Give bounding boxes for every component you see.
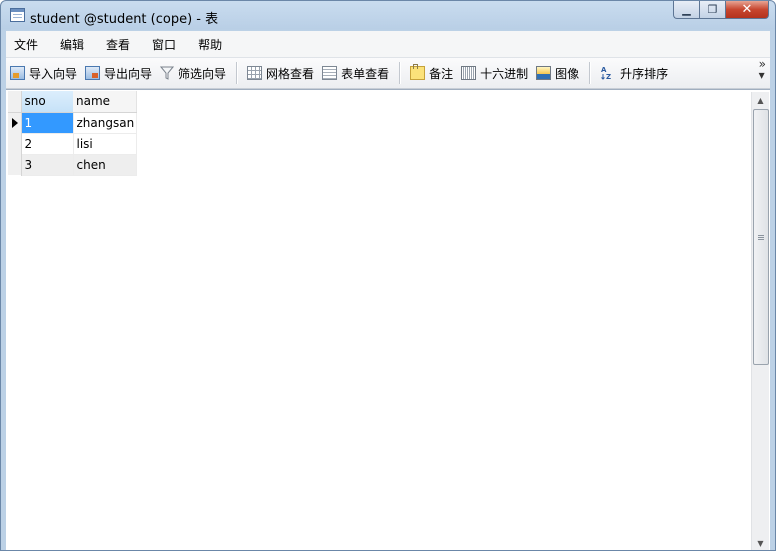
- data-table: sno name 1 zhangsan 2 lisi 3 chen: [8, 91, 137, 176]
- menu-edit[interactable]: 编辑: [52, 36, 92, 53]
- menu-window[interactable]: 窗口: [144, 36, 184, 53]
- menu-view[interactable]: 查看: [98, 36, 138, 53]
- menu-bar: 文件 编辑 查看 窗口 帮助: [6, 31, 770, 58]
- header-corner: [8, 91, 22, 113]
- column-header-name[interactable]: name: [73, 91, 137, 113]
- row-header[interactable]: [8, 154, 22, 175]
- memo-icon: [410, 64, 426, 80]
- table-grid-area: sno name 1 zhangsan 2 lisi 3 chen ▲ ▼: [6, 89, 770, 550]
- memo-button[interactable]: 备注: [406, 62, 457, 84]
- form-view-button[interactable]: 表单查看: [318, 62, 393, 84]
- row-header[interactable]: [8, 112, 22, 133]
- toolbar: 导入向导 导出向导 筛选向导 网格查看 表单查看 备注 十六进制 图像 A Z …: [6, 58, 770, 89]
- title-bar[interactable]: student @student (cope) - 表 ▁ ❐ ✕: [1, 1, 775, 30]
- table-row[interactable]: 3 chen: [8, 154, 137, 176]
- export-wizard-button[interactable]: 导出向导: [81, 62, 156, 84]
- image-button[interactable]: 图像: [532, 62, 583, 84]
- hex-label: 十六进制: [480, 66, 529, 81]
- window-controls: ▁ ❐ ✕: [673, 1, 769, 20]
- minimize-button[interactable]: ▁: [673, 1, 699, 19]
- scroll-thumb[interactable]: [753, 109, 769, 365]
- menu-help[interactable]: 帮助: [190, 36, 230, 53]
- grid-view-button[interactable]: 网格查看: [243, 62, 318, 84]
- app-window: student @student (cope) - 表 ▁ ❐ ✕ 文件 编辑 …: [0, 0, 776, 551]
- hex-button[interactable]: 十六进制: [457, 62, 532, 84]
- toolbar-separator: [236, 62, 238, 84]
- import-wizard-icon: [10, 66, 25, 80]
- import-wizard-button[interactable]: 导入向导: [6, 62, 81, 84]
- cell-sno[interactable]: 2: [21, 133, 74, 155]
- vertical-scrollbar[interactable]: ▲ ▼: [751, 92, 769, 550]
- grip-icon: [758, 234, 764, 240]
- cell-name[interactable]: lisi: [73, 133, 137, 155]
- grid-view-icon: [247, 66, 263, 80]
- sort-ascending-label: 升序排序: [620, 66, 669, 81]
- column-header-sno[interactable]: sno: [21, 91, 73, 113]
- table-row[interactable]: 1 zhangsan: [8, 112, 137, 134]
- table-header-row: sno name: [8, 91, 137, 113]
- filter-icon: [159, 66, 175, 80]
- image-icon: [536, 66, 552, 80]
- cell-sno[interactable]: 3: [21, 154, 74, 176]
- export-wizard-label: 导出向导: [104, 66, 153, 81]
- filter-wizard-label: 筛选向导: [178, 66, 227, 81]
- toolbar-overflow-icon[interactable]: » ▾: [759, 58, 766, 81]
- current-row-arrow-icon: [12, 117, 18, 128]
- form-view-icon: [322, 66, 338, 80]
- close-button[interactable]: ✕: [725, 1, 769, 19]
- sort-ascending-button[interactable]: A Z 升序排序: [596, 62, 672, 84]
- cell-sno[interactable]: 1: [21, 112, 74, 134]
- sort-ascending-icon: A Z: [600, 66, 616, 81]
- form-view-label: 表单查看: [341, 66, 390, 81]
- table-icon: [10, 8, 25, 22]
- svg-text:Z: Z: [606, 73, 611, 80]
- export-wizard-icon: [85, 66, 101, 80]
- scroll-down-button[interactable]: ▼: [752, 535, 769, 550]
- cell-name[interactable]: zhangsan: [73, 112, 137, 134]
- menu-file[interactable]: 文件: [6, 36, 46, 53]
- cell-name[interactable]: chen: [73, 154, 137, 176]
- filter-wizard-button[interactable]: 筛选向导: [156, 62, 230, 84]
- toolbar-separator: [589, 62, 591, 84]
- import-wizard-label: 导入向导: [29, 66, 78, 81]
- grid-view-label: 网格查看: [266, 66, 315, 81]
- image-label: 图像: [555, 66, 580, 81]
- hex-icon: [461, 66, 477, 80]
- memo-label: 备注: [429, 66, 454, 81]
- table-row[interactable]: 2 lisi: [8, 133, 137, 155]
- window-title: student @student (cope) - 表: [30, 12, 219, 27]
- scroll-up-button[interactable]: ▲: [752, 92, 769, 108]
- row-header[interactable]: [8, 133, 22, 154]
- maximize-button[interactable]: ❐: [699, 1, 725, 19]
- toolbar-separator: [399, 62, 401, 84]
